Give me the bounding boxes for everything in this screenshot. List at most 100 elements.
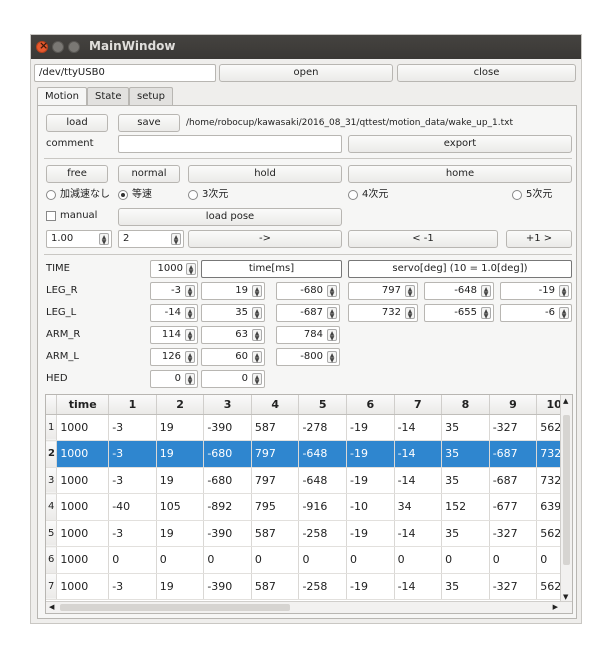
table-cell[interactable]: 1000 [56, 520, 110, 547]
table-cell[interactable]: -916 [298, 493, 348, 521]
speed-spinbox[interactable]: 1.00 ▲ ▼ [46, 230, 112, 248]
count-spinbox[interactable]: 2 ▲ ▼ [118, 230, 184, 248]
table-row[interactable]: 6 1000 0 0 0 0 0 0 0 0 0 0 [46, 546, 572, 574]
table-cell[interactable]: -14 [394, 414, 443, 441]
servo-spinbox[interactable]: 35 ▲ ▼ [201, 304, 265, 322]
table-cell[interactable]: 0 [394, 546, 443, 574]
servo-spinbox[interactable]: -3 ▲ ▼ [150, 282, 198, 300]
radio-no-accel[interactable] [46, 190, 56, 200]
table-cell[interactable]: 0 [298, 546, 348, 574]
table-cell[interactable]: 0 [346, 546, 395, 574]
spin-arrows-icon[interactable]: ▲ ▼ [185, 307, 195, 320]
tab-motion[interactable]: Motion [37, 87, 87, 107]
table-cell[interactable]: -3 [108, 467, 157, 494]
spin-arrows-icon[interactable]: ▲ ▼ [186, 263, 196, 276]
port-field[interactable]: /dev/ttyUSB0 [34, 64, 216, 82]
column-header[interactable]: 9 [489, 395, 538, 415]
servo-spinbox[interactable]: 784 ▲ ▼ [276, 326, 340, 344]
table-cell[interactable]: -10 [346, 493, 395, 521]
table-cell[interactable]: -258 [298, 573, 348, 600]
table-cell[interactable]: 1000 [56, 493, 110, 521]
table-cell[interactable]: -648 [298, 440, 348, 468]
radio-cubic[interactable] [188, 190, 198, 200]
table-row[interactable]: 7 1000 -3 19 -390 587 -258 -19 -14 35 -327 562 [46, 573, 572, 600]
table-cell[interactable]: 34 [394, 493, 443, 521]
servo-spinbox[interactable]: -19 ▲ ▼ [500, 282, 572, 300]
servo-spinbox[interactable]: -687 ▲ ▼ [276, 304, 340, 322]
close-button[interactable]: close [397, 64, 576, 82]
table-cell[interactable]: -327 [489, 573, 538, 600]
row-header[interactable]: 1 [46, 414, 58, 441]
table-cell[interactable]: -14 [394, 440, 443, 468]
time-spinbox[interactable]: 1000 ▲ ▼ [150, 260, 198, 278]
table-cell[interactable]: 35 [441, 414, 490, 441]
load-button[interactable]: load [46, 114, 108, 132]
normal-button[interactable]: normal [118, 165, 180, 183]
servo-spinbox[interactable]: -14 ▲ ▼ [150, 304, 198, 322]
next-button[interactable]: -> [188, 230, 342, 248]
table-cell[interactable]: 795 [251, 493, 300, 521]
servo-spinbox[interactable]: -6 ▲ ▼ [500, 304, 572, 322]
table-cell[interactable]: 0 [108, 546, 157, 574]
spin-arrows-icon[interactable]: ▲ ▼ [185, 351, 195, 364]
servo-spinbox[interactable]: 0 ▲ ▼ [201, 370, 265, 388]
table-cell[interactable]: -3 [108, 440, 157, 468]
spin-arrows-icon[interactable]: ▲ ▼ [185, 285, 195, 298]
row-header[interactable]: 2 [46, 440, 58, 468]
table-cell[interactable]: 797 [251, 467, 300, 494]
load-pose-button[interactable]: load pose [118, 208, 342, 226]
scroll-up-icon[interactable]: ▲ [563, 397, 568, 405]
column-header[interactable]: time [56, 395, 110, 415]
table-row[interactable]: 4 1000 -40 105 -892 795 -916 -10 34 152 -677 639 [46, 493, 572, 521]
table-cell[interactable]: 587 [251, 414, 300, 441]
table-cell[interactable]: -327 [489, 520, 538, 547]
table-cell[interactable]: 1000 [56, 440, 110, 468]
table-cell[interactable]: 152 [441, 493, 490, 521]
table-cell[interactable]: 797 [251, 440, 300, 468]
table-row[interactable]: 5 1000 -3 19 -390 587 -258 -19 -14 35 -327 562 [46, 520, 572, 547]
servo-spinbox[interactable]: 63 ▲ ▼ [201, 326, 265, 344]
spin-arrows-icon[interactable]: ▲ ▼ [171, 233, 181, 246]
table-cell[interactable]: 35 [441, 573, 490, 600]
servo-spinbox[interactable]: 797 ▲ ▼ [348, 282, 418, 300]
table-row[interactable]: 1 1000 -3 19 -390 587 -278 -19 -14 35 -327 562 [46, 414, 572, 441]
open-button[interactable]: open [219, 64, 393, 82]
spin-arrows-icon[interactable]: ▲ ▼ [99, 233, 109, 246]
export-button[interactable]: export [348, 135, 572, 153]
scroll-right-icon[interactable]: ▶ [553, 603, 558, 611]
table-cell[interactable]: 35 [441, 467, 490, 494]
table-row[interactable]: 3 1000 -3 19 -680 797 -648 -19 -14 35 -687 732 [46, 467, 572, 494]
spin-arrows-icon[interactable]: ▲ ▼ [252, 329, 262, 342]
servo-spinbox[interactable]: 126 ▲ ▼ [150, 348, 198, 366]
spin-arrows-icon[interactable]: ▲ ▼ [481, 285, 491, 298]
servo-spinbox[interactable]: 114 ▲ ▼ [150, 326, 198, 344]
column-header[interactable]: 2 [156, 395, 205, 415]
column-header[interactable]: 5 [298, 395, 348, 415]
spin-arrows-icon[interactable]: ▲ ▼ [185, 329, 195, 342]
table-cell[interactable]: 0 [251, 546, 300, 574]
spin-arrows-icon[interactable]: ▲ ▼ [252, 373, 262, 386]
table-cell[interactable]: 587 [251, 520, 300, 547]
maximize-window-icon[interactable] [68, 41, 80, 53]
table-cell[interactable]: -677 [489, 493, 538, 521]
table-cell[interactable]: -19 [346, 414, 395, 441]
table-cell[interactable]: -892 [203, 493, 252, 521]
next-step-button[interactable]: +1 > [506, 230, 572, 248]
spin-arrows-icon[interactable]: ▲ ▼ [252, 351, 262, 364]
comment-field[interactable] [118, 135, 342, 153]
table-cell[interactable]: -278 [298, 414, 348, 441]
row-header[interactable]: 4 [46, 493, 58, 521]
table-cell[interactable]: -680 [203, 440, 252, 468]
servo-spinbox[interactable]: 60 ▲ ▼ [201, 348, 265, 366]
table-cell[interactable]: -687 [489, 467, 538, 494]
table-cell[interactable]: 0 [489, 546, 538, 574]
servo-spinbox[interactable]: -800 ▲ ▼ [276, 348, 340, 366]
table-cell[interactable]: 0 [156, 546, 205, 574]
table-cell[interactable]: 19 [156, 414, 205, 441]
spin-arrows-icon[interactable]: ▲ ▼ [327, 307, 337, 320]
spin-arrows-icon[interactable]: ▲ ▼ [252, 285, 262, 298]
vertical-scrollbar[interactable]: ▲ ▼ [560, 395, 572, 603]
table-cell[interactable]: -19 [346, 520, 395, 547]
scroll-left-icon[interactable]: ◀ [49, 603, 54, 611]
column-header[interactable]: 8 [441, 395, 490, 415]
